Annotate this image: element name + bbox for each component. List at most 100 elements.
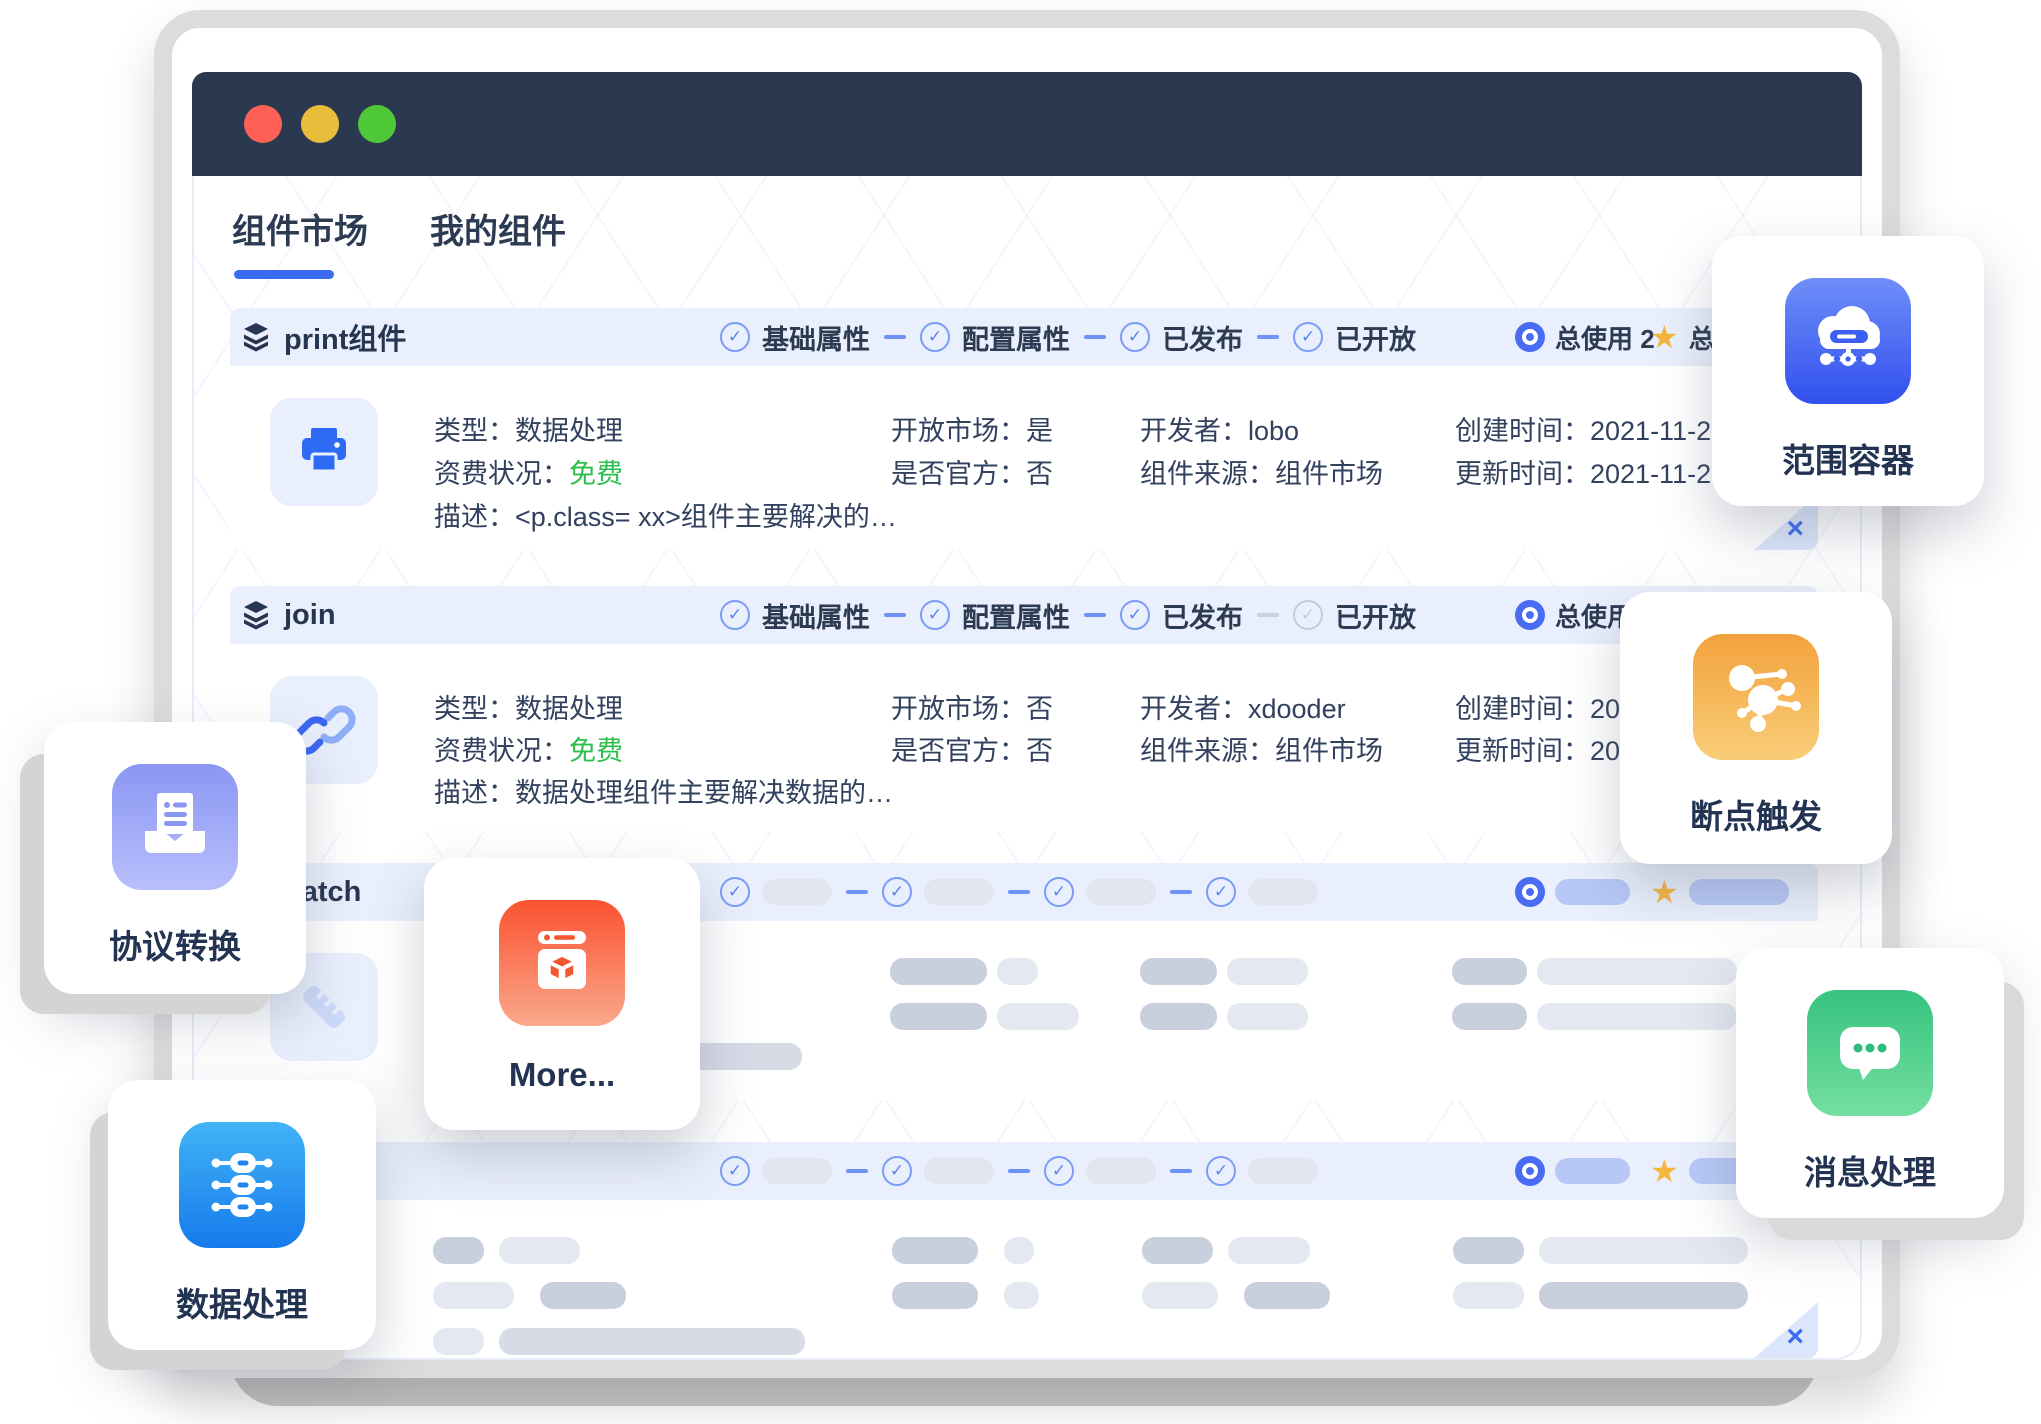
field-fee: 资费状况：免费 <box>434 452 623 491</box>
card-steps: ✓ 基础属性 ✓ 配置属性 ✓ 已发布 ✓ 已开放 <box>720 308 1416 366</box>
step-check-icon: ✓ <box>720 1156 750 1186</box>
step-connector <box>1170 890 1192 894</box>
step-connector <box>1008 1169 1030 1173</box>
feature-label: 数据处理 <box>108 1278 376 1326</box>
skeleton-pill <box>433 1237 484 1264</box>
cloud-network-icon <box>1785 278 1911 404</box>
data-nodes-icon <box>179 1122 305 1248</box>
layers-icon <box>242 321 272 353</box>
step-label: 已发布 <box>1162 318 1243 357</box>
skeleton-pill <box>1004 1237 1034 1264</box>
skeleton-pill <box>1539 1282 1748 1309</box>
close-window-button[interactable] <box>244 105 282 143</box>
step-connector <box>1008 890 1030 894</box>
skeleton-pill <box>499 1328 805 1355</box>
skeleton-pill <box>1453 1282 1524 1309</box>
field-open-market: 开放市场：否 <box>891 687 1053 726</box>
skeleton-pill <box>1539 1237 1748 1264</box>
close-icon: × <box>1786 1322 1804 1352</box>
skeleton-pill <box>1555 879 1630 905</box>
step-check-icon: ✓ <box>720 877 750 907</box>
step-label: 已开放 <box>1335 318 1416 357</box>
molecule-icon <box>1693 634 1819 760</box>
skeleton-pill <box>997 958 1038 985</box>
component-card-print[interactable]: print组件 ✓ 基础属性 ✓ 配置属性 ✓ 已发布 ✓ 已开放 <box>230 308 1818 550</box>
component-card-skeleton[interactable]: ✓ ✓ ✓ ✓ <box>230 1142 1818 1358</box>
step-connector <box>1084 613 1106 617</box>
step-check-icon: ✓ <box>720 600 750 630</box>
step-check-icon: ✓ <box>1206 1156 1236 1186</box>
skeleton-pill <box>1453 1237 1524 1264</box>
field-source: 组件来源：组件市场 <box>1140 729 1383 768</box>
card-steps-skeleton: ✓ ✓ ✓ ✓ <box>720 863 1318 921</box>
step-connector <box>846 890 868 894</box>
close-icon: × <box>1786 514 1804 544</box>
skeleton-pill <box>1555 1158 1630 1184</box>
step-check-icon: ✓ <box>1044 877 1074 907</box>
step-check-icon: ✓ <box>920 322 950 352</box>
tab-my-components[interactable]: 我的组件 <box>430 204 566 279</box>
step-connector <box>1084 335 1106 339</box>
step-check-icon: ✓ <box>882 877 912 907</box>
card-steps: ✓ 基础属性 ✓ 配置属性 ✓ 已发布 ✓ 已开放 <box>720 586 1416 644</box>
skeleton-pill <box>1537 958 1737 985</box>
step-label: 配置属性 <box>962 318 1070 357</box>
skeleton-pill <box>499 1237 580 1264</box>
content-area: 组件市场 我的组件 print组件 ✓ 基础属性 <box>192 176 1862 1360</box>
skeleton-pill <box>1537 1003 1737 1030</box>
usage-stat: 总使用 2 <box>1515 308 1655 366</box>
minimize-window-button[interactable] <box>301 105 339 143</box>
tab-label: 我的组件 <box>430 213 566 251</box>
card-steps-skeleton: ✓ ✓ ✓ ✓ <box>720 1142 1318 1200</box>
feature-card-range-container[interactable]: 范围容器 <box>1712 236 1984 506</box>
feature-card-message-processing[interactable]: 消息处理 <box>1736 948 2004 1218</box>
zoom-window-button[interactable] <box>358 105 396 143</box>
card-title: join <box>284 599 336 632</box>
field-official: 是否官方：否 <box>891 452 1053 491</box>
skeleton-pill <box>433 1282 514 1309</box>
step-check-icon: ✓ <box>1120 322 1150 352</box>
views-icon <box>1515 322 1545 352</box>
feature-card-data-processing[interactable]: 数据处理 <box>108 1080 376 1350</box>
card-body: 类型：数据处理 资费状况：免费 描述：<p.class= xx>组件主要解决的…… <box>230 366 1818 550</box>
titlebar <box>192 72 1862 176</box>
feature-card-protocol-conversion[interactable]: 协议转换 <box>44 722 306 994</box>
skeleton-pill <box>892 1282 978 1309</box>
skeleton-pill <box>1248 1158 1318 1184</box>
step-connector <box>846 1169 868 1173</box>
skeleton-pill <box>890 958 987 985</box>
skeleton-pill <box>1140 958 1217 985</box>
skeleton-pill <box>1227 1003 1308 1030</box>
card-body: 类型：数据处理 资费状况：免费 描述：数据处理组件主要解决数据的… 开放市场：否… <box>230 644 1818 832</box>
tab-label: 组件市场 <box>232 213 368 251</box>
component-card-join[interactable]: join ✓ 基础属性 ✓ 配置属性 ✓ 已发布 ✓ 已开放 <box>230 586 1818 832</box>
feature-label: More... <box>424 1056 700 1094</box>
skeleton-pill <box>1086 1158 1156 1184</box>
collapse-corner-button[interactable]: × <box>1754 1302 1818 1358</box>
card-body: × <box>230 1200 1818 1358</box>
feature-label: 范围容器 <box>1712 434 1984 482</box>
skeleton-pill <box>1004 1282 1039 1309</box>
step-label: 基础属性 <box>762 318 870 357</box>
field-fee: 资费状况：免费 <box>434 729 623 768</box>
active-tab-underline <box>234 270 334 279</box>
skeleton-pill <box>924 879 994 905</box>
step-connector <box>1170 1169 1192 1173</box>
step-connector <box>1257 335 1279 339</box>
field-official: 是否官方：否 <box>891 729 1053 768</box>
skeleton-pill <box>1452 958 1527 985</box>
step-check-icon: ✓ <box>720 322 750 352</box>
inbox-document-icon <box>112 764 238 890</box>
feature-label: 消息处理 <box>1736 1146 2004 1194</box>
card-header: ✓ ✓ ✓ ✓ <box>230 1142 1818 1200</box>
views-icon <box>1515 1156 1545 1186</box>
tab-component-market[interactable]: 组件市场 <box>232 204 368 279</box>
feature-card-more[interactable]: More... <box>424 858 700 1130</box>
skeleton-pill <box>1140 1003 1217 1030</box>
feature-card-breakpoint-trigger[interactable]: 断点触发 <box>1620 592 1892 864</box>
card-title: print组件 <box>284 316 406 358</box>
skeleton-pill <box>762 879 832 905</box>
skeleton-pill <box>762 1158 832 1184</box>
field-developer: 开发者：lobo <box>1140 409 1299 448</box>
step-check-icon: ✓ <box>1044 1156 1074 1186</box>
